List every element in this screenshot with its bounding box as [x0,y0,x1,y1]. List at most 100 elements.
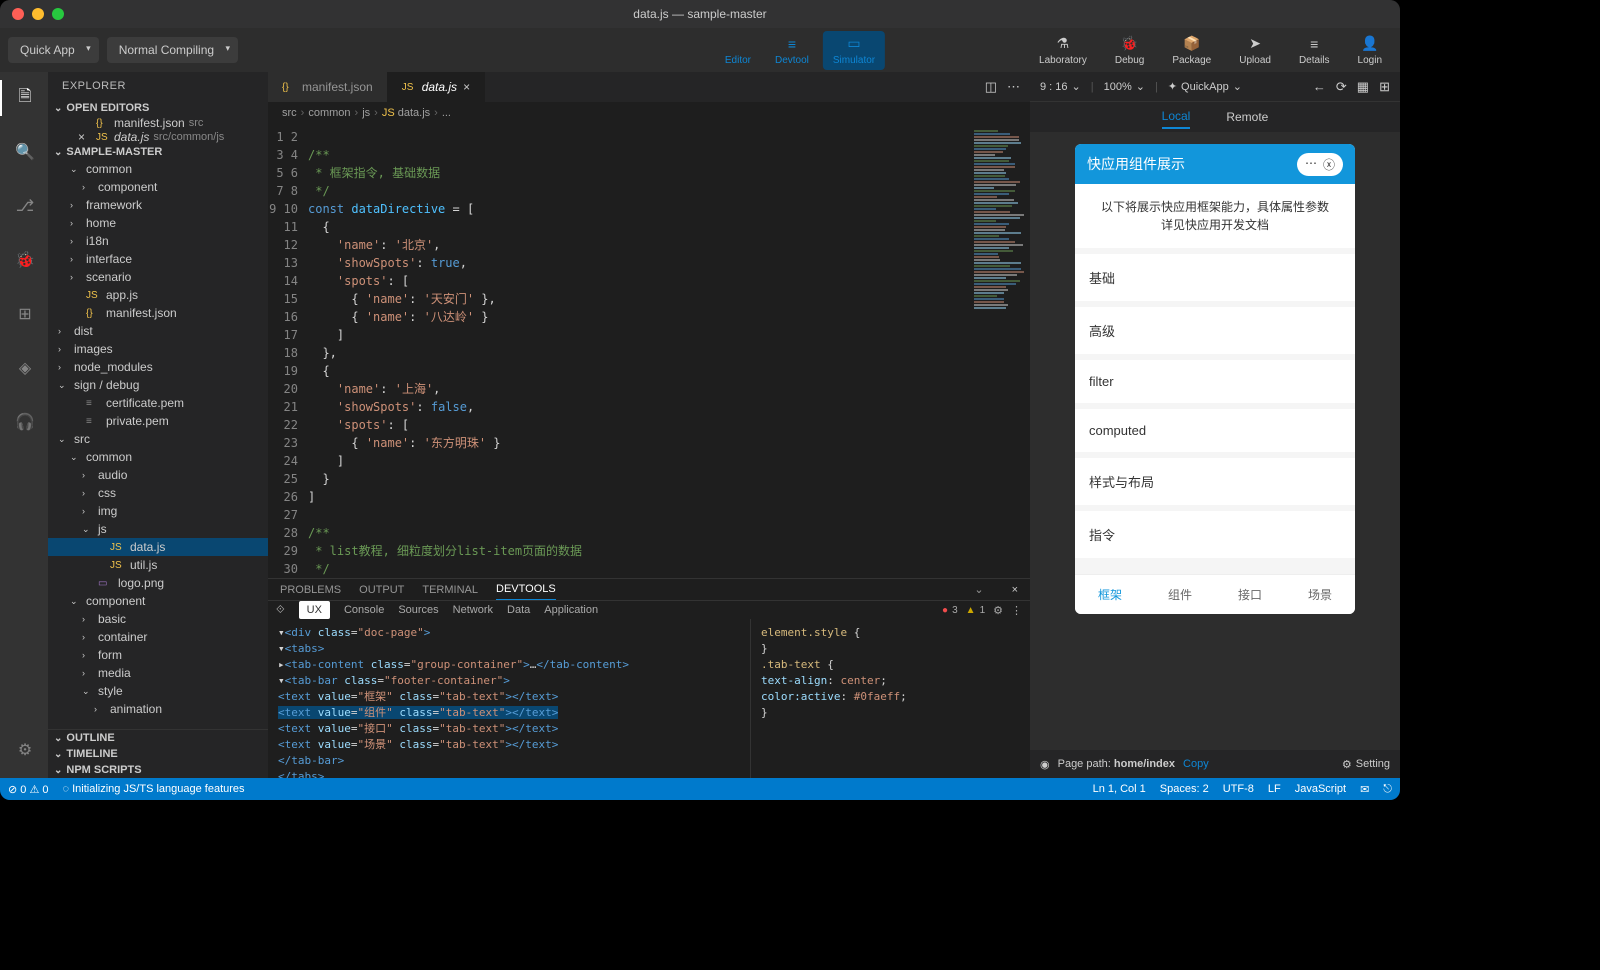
folder-item[interactable]: ›component [48,178,268,196]
devtools-tab-data[interactable]: Data [507,604,530,616]
styles-panel[interactable]: element.style {}.tab-text { text-align: … [750,619,1030,800]
folder-item[interactable]: ›container [48,628,268,646]
devtools-tab-console[interactable]: Console [344,604,384,616]
phone-list-item[interactable]: computed [1075,409,1355,452]
search-icon[interactable]: 🔍 [0,134,48,170]
phone-close-icon[interactable]: ⓧ [1323,156,1335,173]
breadcrumb[interactable]: src›common›js›JS data.js›... [268,102,1030,124]
window-maximize-button[interactable] [52,8,64,20]
status-cursor[interactable]: Ln 1, Col 1 [1093,783,1146,796]
debug-button[interactable]: 🐞Debug [1105,31,1154,70]
device-dropdown[interactable]: ✦ QuickApp ⌄ [1168,80,1242,93]
headset-icon[interactable]: 🎧 [0,404,48,440]
folder-item[interactable]: ›css [48,484,268,502]
status-feedback-icon[interactable]: ✉ [1360,783,1369,796]
breadcrumb-segment[interactable]: src [282,107,297,119]
file-item[interactable]: ≡private.pem [48,412,268,430]
code-editor[interactable]: 1 2 3 4 5 6 7 8 9 10 11 12 13 14 15 16 1… [268,124,1030,578]
qr-icon[interactable]: ▦ [1357,79,1369,95]
phone-list-item[interactable]: 基础 [1075,254,1355,301]
debug-icon[interactable]: 🐞 [0,242,48,278]
folder-item[interactable]: ›i18n [48,232,268,250]
login-button[interactable]: 👤Login [1348,31,1392,70]
phone-list-item[interactable]: filter [1075,360,1355,403]
status-bell-icon[interactable]: ⎋ [1383,783,1392,796]
layers-icon[interactable]: ◈ [0,350,48,386]
tab-more-icon[interactable]: ⋯ [1007,79,1020,95]
window-minimize-button[interactable] [32,8,44,20]
local-tab[interactable]: Local [1162,105,1191,129]
folder-item[interactable]: ›scenario [48,268,268,286]
file-item[interactable]: JSapp.js [48,286,268,304]
devtools-more-icon[interactable]: ⋮ [1011,604,1022,617]
extensions-icon[interactable]: ⊞ [0,296,48,332]
phone-tab[interactable]: 接口 [1215,575,1285,614]
open-editor-item[interactable]: {}manifest.json src [48,116,268,130]
minimap[interactable] [970,124,1030,578]
refresh-icon[interactable]: ⟳ [1336,79,1347,95]
error-badge[interactable]: ●3 [942,605,958,616]
breadcrumb-segment[interactable]: ... [442,107,451,119]
npm-scripts-section[interactable]: NPM SCRIPTS [48,762,268,778]
folder-item[interactable]: ›node_modules [48,358,268,376]
folder-item[interactable]: ›audio [48,466,268,484]
setting-button[interactable]: ⚙ Setting [1342,758,1390,771]
status-encoding[interactable]: UTF-8 [1223,783,1254,796]
folder-item[interactable]: ›images [48,340,268,358]
laboratory-button[interactable]: ⚗Laboratory [1029,31,1097,70]
timeline-section[interactable]: TIMELINE [48,746,268,762]
folder-item[interactable]: ›interface [48,250,268,268]
editor-button[interactable]: Editor [715,31,761,70]
window-close-button[interactable] [12,8,24,20]
panel-close-icon[interactable]: × [1012,584,1018,596]
devtools-tab-sources[interactable]: Sources [398,604,438,616]
file-item[interactable]: JSutil.js [48,556,268,574]
phone-tab[interactable]: 组件 [1145,575,1215,614]
folder-item[interactable]: ⌄style [48,682,268,700]
status-errors[interactable]: ⊘ 0 ⚠ 0 [8,783,49,796]
split-editor-icon[interactable]: ◫ [985,79,997,95]
panel-tab-terminal[interactable]: TERMINAL [422,580,478,600]
devtool-button[interactable]: ≡Devtool [765,31,819,70]
folder-item[interactable]: ›dist [48,322,268,340]
open-editor-item[interactable]: ×JSdata.js src/common/js [48,130,268,144]
devtools-tab-network[interactable]: Network [453,604,493,616]
status-language[interactable]: JavaScript [1295,783,1346,796]
simulator-button[interactable]: ▭Simulator [823,31,885,70]
panel-tab-output[interactable]: OUTPUT [359,580,404,600]
upload-button[interactable]: ➤Upload [1229,31,1281,70]
status-eol[interactable]: LF [1268,783,1281,796]
phone-list-item[interactable]: 指令 [1075,511,1355,558]
status-spaces[interactable]: Spaces: 2 [1160,783,1209,796]
file-item[interactable]: JSdata.js [48,538,268,556]
folder-item[interactable]: ⌄sign / debug [48,376,268,394]
panel-collapse-icon[interactable]: ⌄ [974,583,983,596]
editor-tab[interactable]: {}manifest.json [268,72,388,102]
open-editors-section[interactable]: OPEN EDITORS [48,100,268,116]
folder-item[interactable]: ›img [48,502,268,520]
folder-item[interactable]: ›home [48,214,268,232]
devtools-settings-icon[interactable]: ⚙ [993,604,1003,617]
file-item[interactable]: ≡certificate.pem [48,394,268,412]
devtools-tab-ux[interactable]: UX [299,601,330,619]
folder-item[interactable]: ›form [48,646,268,664]
quick-app-dropdown[interactable]: Quick App [8,37,99,63]
folder-item[interactable]: ⌄component [48,592,268,610]
file-item[interactable]: ▭logo.png [48,574,268,592]
panel-tab-devtools[interactable]: DEVTOOLS [496,579,556,600]
warning-badge[interactable]: ▲1 [966,605,985,616]
radio-icon[interactable]: ◉ [1040,758,1050,771]
folder-item[interactable]: ⌄common [48,160,268,178]
more-icon[interactable]: ⊞ [1379,79,1390,95]
folder-item[interactable]: ⌄common [48,448,268,466]
breadcrumb-segment[interactable]: js [362,107,370,119]
phone-list-item[interactable]: 样式与布局 [1075,458,1355,505]
phone-tab[interactable]: 场景 [1285,575,1355,614]
phone-more-icon[interactable]: ⋯ [1305,156,1317,173]
details-button[interactable]: ≡Details [1289,31,1340,70]
breadcrumb-segment[interactable]: JS data.js [382,107,430,119]
folder-item[interactable]: ⌄src [48,430,268,448]
devtools-tab-application[interactable]: Application [544,604,598,616]
remote-tab[interactable]: Remote [1226,106,1268,128]
settings-gear-icon[interactable]: ⚙ [0,732,48,768]
